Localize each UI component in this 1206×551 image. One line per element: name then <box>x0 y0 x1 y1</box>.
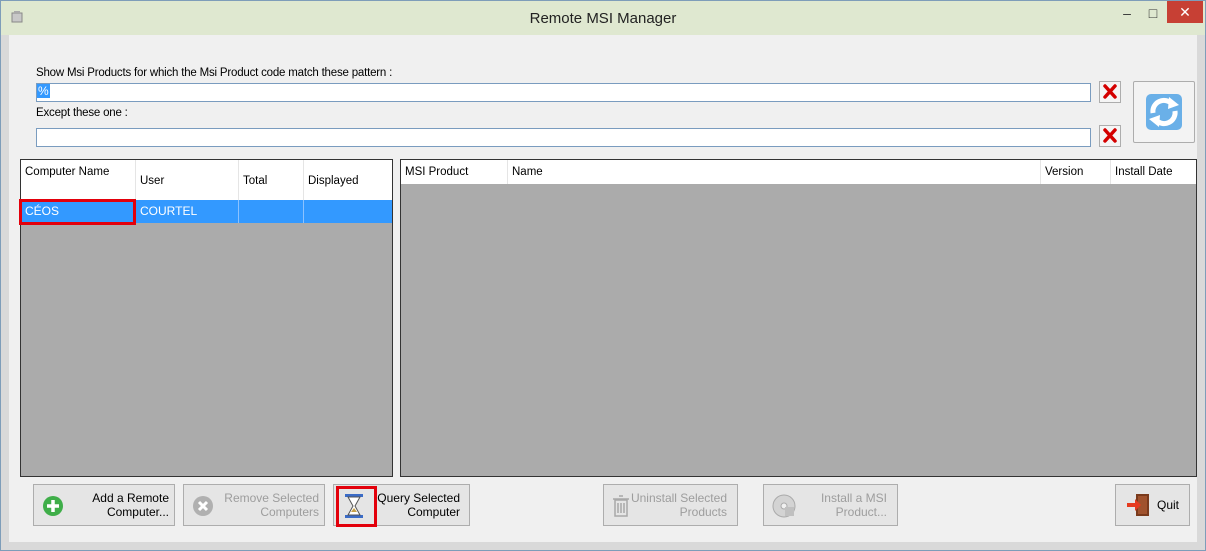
add-computer-button[interactable]: Add a Remote Computer... <box>33 484 175 526</box>
column-total[interactable]: Total <box>239 160 304 200</box>
include-pattern-field[interactable]: % <box>36 83 1091 102</box>
quit-label: Quit <box>1156 498 1179 512</box>
quit-button[interactable]: Quit <box>1115 484 1190 526</box>
title-bar: Remote MSI Manager – □ ✕ <box>1 1 1205 35</box>
remove-computers-button[interactable]: Remove Selected Computers <box>183 484 325 526</box>
add-computer-label: Add a Remote Computer... <box>92 491 169 519</box>
query-computer-label: Query Selected Computer <box>377 491 460 519</box>
plus-circle-icon <box>43 496 63 516</box>
cell-total <box>239 200 304 223</box>
cell-user: COURTEL <box>136 200 239 223</box>
close-button[interactable]: ✕ <box>1167 1 1203 23</box>
computers-header: Computer Name User Total Displayed <box>21 160 392 200</box>
install-product-label: Install a MSI Product... <box>820 491 887 519</box>
highlight-box <box>336 486 377 527</box>
products-header: MSI Product Name Version Install Date <box>401 160 1196 184</box>
column-install-date[interactable]: Install Date <box>1111 160 1198 184</box>
except-pattern-label: Except these one : <box>36 107 128 119</box>
column-msi-product[interactable]: MSI Product <box>401 160 508 184</box>
except-pattern-input[interactable] <box>37 129 1094 146</box>
computers-list[interactable]: Computer Name User Total Displayed CÉOS … <box>19 159 393 477</box>
highlight-box <box>19 199 136 225</box>
column-version[interactable]: Version <box>1041 160 1111 184</box>
maximize-button[interactable]: □ <box>1140 5 1166 31</box>
products-list[interactable]: MSI Product Name Version Install Date <box>400 159 1197 477</box>
main-form: Show Msi Products for which the Msi Prod… <box>9 35 1197 542</box>
red-x-icon <box>1103 128 1117 143</box>
column-user[interactable]: User <box>136 160 239 200</box>
install-product-button[interactable]: Install a MSI Product... <box>763 484 898 526</box>
column-name[interactable]: Name <box>508 160 1041 184</box>
include-pattern-value: % <box>37 84 50 98</box>
clear-except-button[interactable] <box>1099 125 1121 147</box>
minimize-button[interactable]: – <box>1114 5 1140 31</box>
cell-displayed <box>304 200 392 223</box>
window-title: Remote MSI Manager <box>529 10 677 27</box>
refresh-button[interactable] <box>1133 81 1195 143</box>
include-pattern-label: Show Msi Products for which the Msi Prod… <box>36 67 393 79</box>
red-x-icon <box>1103 84 1117 99</box>
column-computer-name[interactable]: Computer Name <box>21 160 136 200</box>
app-window: Remote MSI Manager – □ ✕ Show Msi Produc… <box>0 0 1206 551</box>
uninstall-products-label: Uninstall Selected Products <box>630 491 727 519</box>
refresh-arrows-icon <box>1146 94 1182 130</box>
clear-include-button[interactable] <box>1099 81 1121 103</box>
x-circle-icon <box>193 496 213 516</box>
column-displayed[interactable]: Displayed <box>304 160 392 200</box>
remove-computers-label: Remove Selected Computers <box>224 491 319 519</box>
uninstall-products-button[interactable]: Uninstall Selected Products <box>603 484 738 526</box>
except-pattern-field[interactable] <box>36 128 1094 147</box>
cd-install-icon <box>772 494 796 518</box>
